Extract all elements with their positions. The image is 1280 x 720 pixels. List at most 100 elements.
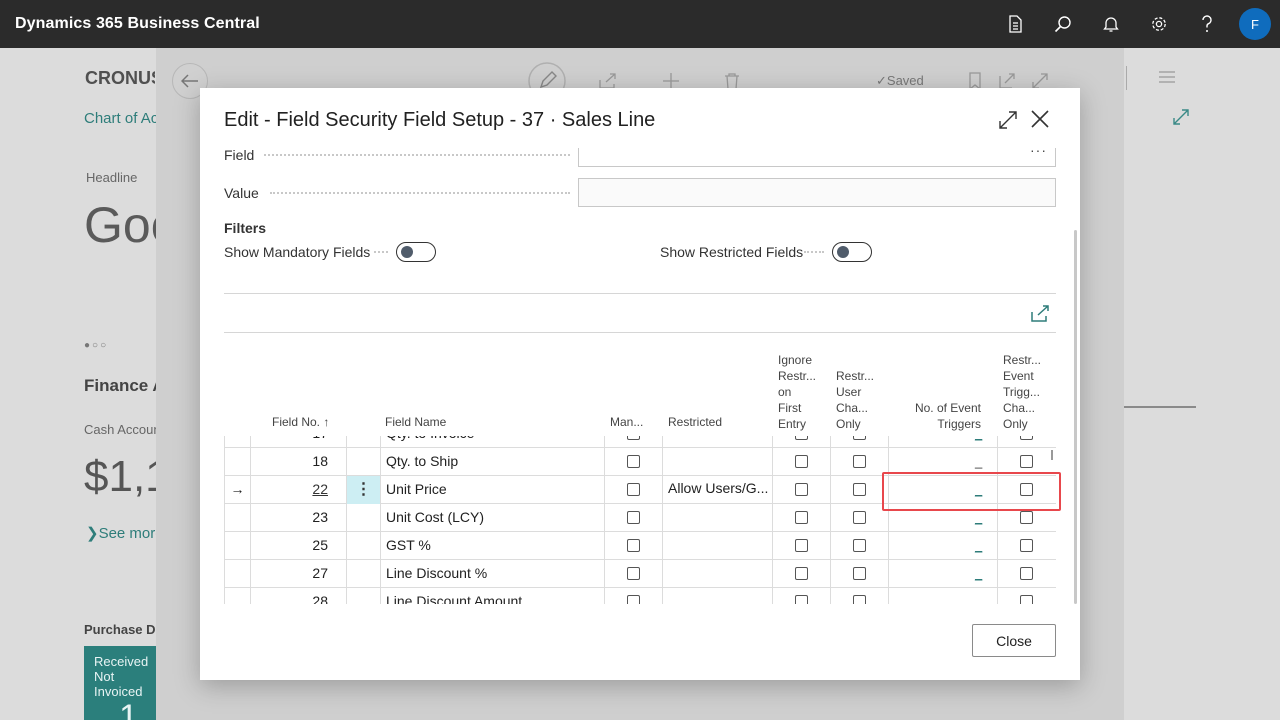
restrict-user-change-cell [831,476,889,504]
mandatory-checkbox[interactable] [627,539,640,552]
header-event-triggers[interactable]: No. of Event Triggers [900,400,981,432]
expand-dialog-icon[interactable] [997,109,1019,131]
event-triggers-link[interactable]: _ [975,436,982,447]
event-triggers-link[interactable]: _ [975,588,982,604]
event-triggers-link[interactable]: _ [975,560,982,587]
table-row[interactable]: 25 GST % _ [225,532,1056,560]
expand-icon[interactable] [1172,108,1190,126]
show-mandatory-toggle[interactable] [396,242,436,262]
restricted-cell[interactable] [663,532,773,560]
ignore-restriction-cell [773,448,831,476]
carousel-dots[interactable]: ●○○ [84,340,108,351]
row-menu-cell [347,560,381,588]
mandatory-checkbox[interactable] [627,455,640,468]
restricted-cell[interactable] [663,560,773,588]
table-row[interactable]: 28 Line Discount Amount _ [225,588,1056,604]
restricted-cell[interactable] [663,436,773,448]
ignore-restriction-checkbox[interactable] [795,567,808,580]
restrict-event-change-checkbox[interactable] [1020,539,1033,552]
restrict-user-change-checkbox[interactable] [853,595,866,604]
restrict-user-change-checkbox[interactable] [853,567,866,580]
show-restricted-toggle[interactable] [832,242,872,262]
divider [1124,406,1196,408]
cash-accounts-label: Cash Accounts [84,422,156,437]
restrict-user-change-cell [831,560,889,588]
menu-icon[interactable] [1158,70,1176,84]
event-triggers-link[interactable]: _ [975,532,982,559]
mandatory-checkbox[interactable] [627,595,640,604]
see-more-link[interactable]: ❯See more [86,524,156,542]
mandatory-checkbox[interactable] [627,483,640,496]
field-no-cell: 28 [251,588,347,604]
row-menu-cell[interactable]: ⋮ [347,476,381,504]
gear-icon[interactable] [1135,0,1183,48]
restricted-cell[interactable] [663,588,773,604]
row-menu-cell [347,436,381,448]
grid-scrollbar[interactable] [1051,450,1053,460]
share-icon[interactable] [1029,302,1051,324]
restrict-event-change-checkbox[interactable] [1020,511,1033,524]
avatar[interactable]: F [1239,8,1271,40]
saved-status: ✓Saved [876,73,924,89]
restrict-event-change-checkbox[interactable] [1020,436,1033,440]
header-line: on [778,385,792,399]
restrict-user-change-checkbox[interactable] [853,483,866,496]
ignore-restriction-cell [773,504,831,532]
table-row[interactable]: 17 Qty. to Invoice _ [225,436,1056,448]
field-security-setup-dialog: Edit - Field Security Field Setup - 37 ·… [200,88,1080,680]
header-field-no[interactable]: Field No. ↑ [272,414,329,430]
event-triggers-link[interactable]: _ [975,448,982,475]
restrict-user-change-checkbox[interactable] [853,539,866,552]
header-ignore-restriction[interactable]: Ignore Restr... on First Entry [778,352,816,432]
received-not-invoiced-tile[interactable]: Received Not Invoiced 1 [84,646,156,720]
dialog-scrollbar[interactable] [1074,230,1077,604]
document-icon[interactable] [991,0,1039,48]
ignore-restriction-checkbox[interactable] [795,483,808,496]
mandatory-checkbox[interactable] [627,567,640,580]
field-no-cell: 25 [251,532,347,560]
checkmark-icon: ✓ [876,73,887,88]
ignore-restriction-checkbox[interactable] [795,595,808,604]
ignore-restriction-checkbox[interactable] [795,436,808,440]
close-button[interactable]: Close [972,624,1056,657]
restricted-cell[interactable] [663,504,773,532]
lookup-ellipsis-icon[interactable]: ··· [1030,142,1047,158]
background-right-panel [1124,48,1280,720]
restricted-cell[interactable] [663,448,773,476]
header-restrict-event-trigger-change[interactable]: Restr... Event Trigg... Cha... Only [1003,352,1041,432]
header-field-name[interactable]: Field Name [385,414,446,430]
restrict-user-change-checkbox[interactable] [853,436,866,440]
field-input[interactable]: ··· [578,142,1056,167]
value-input[interactable] [578,178,1056,207]
field-no-link[interactable]: 22 [312,481,328,497]
cash-accounts-amount[interactable]: $1,1 [84,452,156,502]
header-line: Triggers [937,417,981,431]
ignore-restriction-checkbox[interactable] [795,511,808,524]
mandatory-checkbox[interactable] [627,511,640,524]
restrict-user-change-checkbox[interactable] [853,455,866,468]
restricted-cell[interactable]: Allow Users/G... [663,476,773,504]
search-icon[interactable] [1039,0,1087,48]
more-options-icon: ⋮ [355,481,372,498]
restrict-event-change-checkbox[interactable] [1020,455,1033,468]
header-restricted[interactable]: Restricted [668,414,722,430]
highlight-box [882,472,1061,511]
event-triggers-cell: _ [889,532,998,560]
restrict-user-change-checkbox[interactable] [853,511,866,524]
header-restrict-user-change[interactable]: Restr... User Cha... Only [836,368,874,432]
finance-activities-title: Finance Activities [84,376,156,395]
chart-of-accounts-link[interactable]: Chart of Accounts [84,110,156,127]
mandatory-cell [605,448,663,476]
bell-icon[interactable] [1087,0,1135,48]
toggle-knob [401,246,413,258]
ignore-restriction-checkbox[interactable] [795,455,808,468]
mandatory-checkbox[interactable] [627,436,640,440]
header-mandatory[interactable]: Man... [610,414,643,430]
row-indicator [225,588,251,604]
restrict-event-change-checkbox[interactable] [1020,595,1033,604]
table-row[interactable]: 27 Line Discount % _ [225,560,1056,588]
restrict-event-change-checkbox[interactable] [1020,567,1033,580]
help-icon[interactable] [1183,0,1231,48]
close-icon[interactable] [1029,108,1051,130]
ignore-restriction-checkbox[interactable] [795,539,808,552]
